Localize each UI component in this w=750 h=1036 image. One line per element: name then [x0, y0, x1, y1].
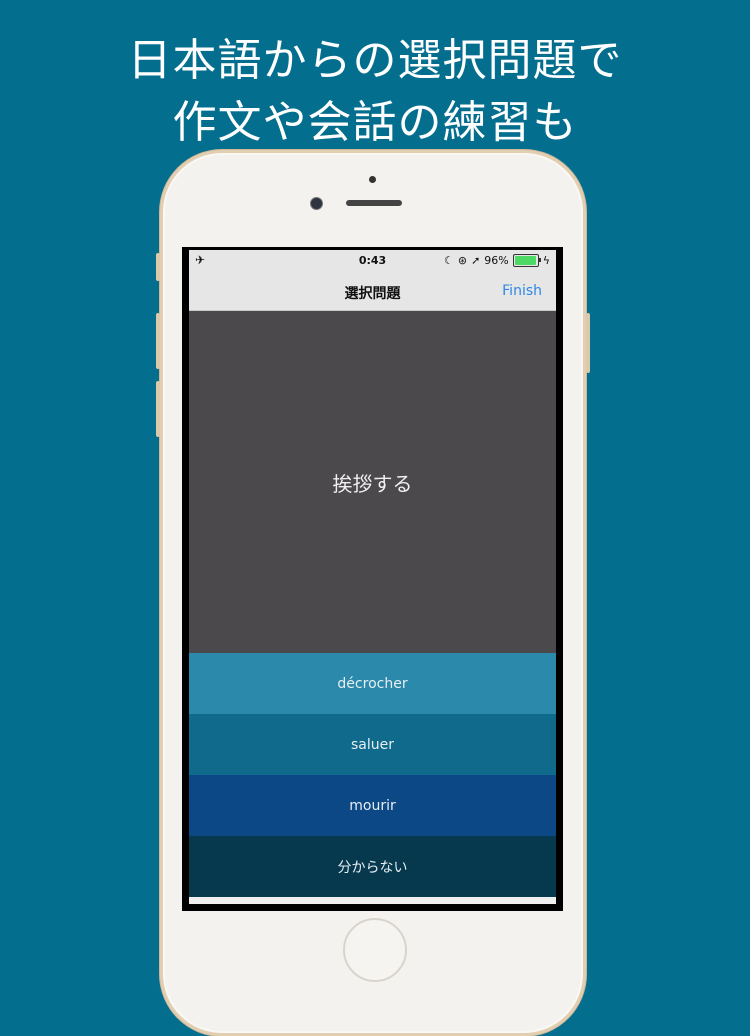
location-arrow-icon: ➚ — [471, 254, 481, 267]
mute-switch — [156, 253, 160, 281]
headline-line-2: 作文や会話の練習も — [172, 97, 578, 148]
answer-label: saluer — [350, 736, 394, 753]
lock-rotation-icon: ⊛ — [457, 254, 468, 267]
status-bar: ✈ 0:43 ☾ ⊛ ➚ 96% ϟ — [189, 250, 556, 272]
battery-fill — [514, 256, 536, 265]
front-camera-icon — [310, 197, 323, 210]
headline-line-1: 日本語からの選択問題で — [127, 35, 623, 86]
question-panel: 挨拶する — [189, 311, 556, 653]
battery-percent: 96% — [484, 254, 509, 267]
phone-frame: ✈ 0:43 ☾ ⊛ ➚ 96% ϟ 選択問題 Finish 挨拶する décr… — [156, 150, 590, 1036]
answer-label: mourir — [349, 797, 396, 814]
answer-option-1[interactable]: décrocher — [189, 653, 556, 714]
volume-up-button — [156, 313, 160, 369]
moon-icon: ☾ — [443, 254, 454, 267]
phone-screen: ✈ 0:43 ☾ ⊛ ➚ 96% ϟ 選択問題 Finish 挨拶する décr… — [182, 247, 563, 911]
navigation-bar: 選択問題 Finish — [189, 272, 556, 311]
power-button — [586, 313, 590, 373]
proximity-sensor — [369, 176, 376, 183]
battery-icon — [512, 254, 541, 267]
volume-down-button — [156, 381, 160, 437]
question-text: 挨拶する — [332, 471, 413, 496]
earpiece-speaker — [346, 200, 402, 206]
charging-icon: ϟ — [542, 254, 550, 267]
answer-option-dont-know[interactable]: 分からない — [189, 836, 556, 897]
answer-option-3[interactable]: mourir — [189, 775, 556, 836]
answer-option-2[interactable]: saluer — [189, 714, 556, 775]
status-right-group: ☾ ⊛ ➚ 96% ϟ — [444, 254, 550, 267]
nav-title: 選択問題 — [344, 286, 401, 302]
home-button[interactable] — [343, 918, 407, 982]
answer-label: décrocher — [337, 675, 408, 692]
answer-label: 分からない — [337, 859, 408, 876]
finish-button[interactable]: Finish — [502, 283, 542, 299]
